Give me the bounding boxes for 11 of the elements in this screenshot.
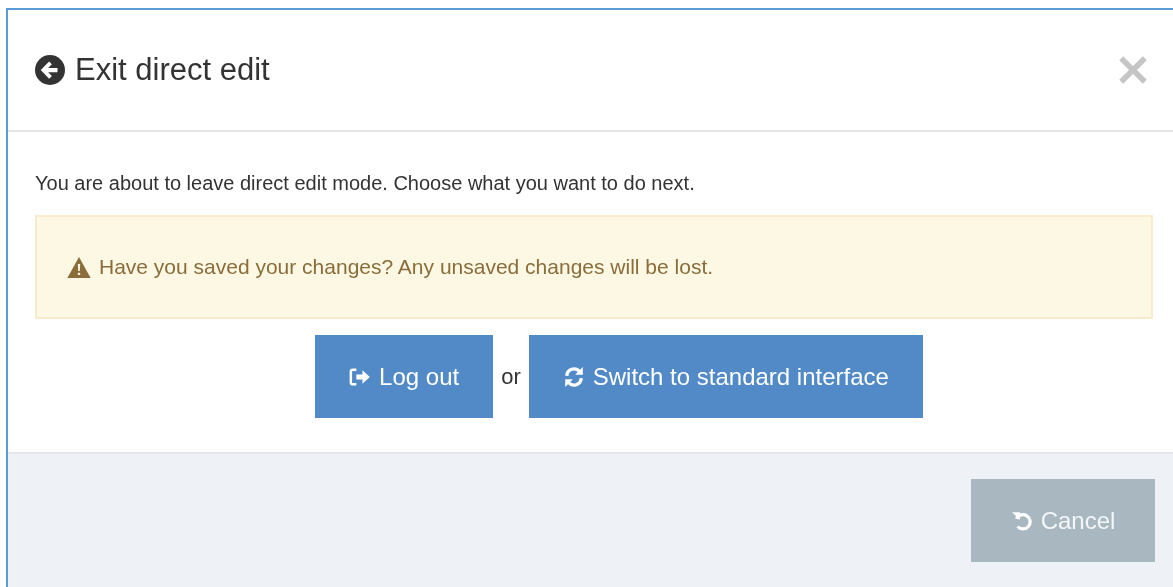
or-text: or (501, 363, 521, 390)
undo-icon (1010, 509, 1033, 532)
warning-text: Have you saved your changes? Any unsaved changes will be lost. (99, 255, 714, 279)
dialog-title: Exit direct edit (75, 52, 270, 88)
warning-icon (67, 256, 91, 278)
close-icon[interactable] (1119, 56, 1147, 84)
switch-interface-button[interactable]: Switch to standard interface (528, 335, 923, 418)
refresh-icon (562, 365, 585, 388)
log-out-button[interactable]: Log out (315, 335, 494, 418)
message-text: You are about to leave direct edit mode. Choose what you want to do next. (35, 172, 696, 195)
sign-out-icon (349, 365, 372, 388)
